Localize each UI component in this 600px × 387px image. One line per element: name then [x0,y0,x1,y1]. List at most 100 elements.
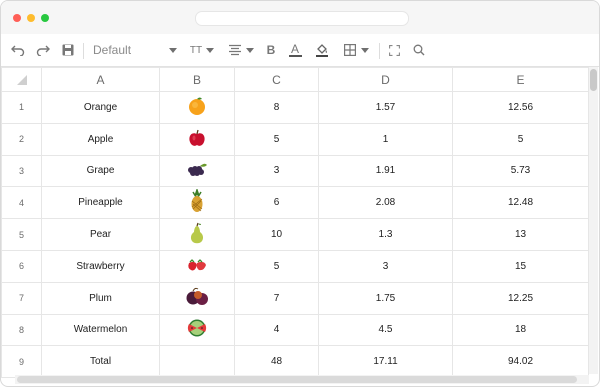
fullscreen-icon [388,44,400,56]
row-number[interactable]: 2 [1,122,42,156]
vertical-scroll-thumb[interactable] [590,69,597,91]
font-color-button[interactable]: A [288,42,302,58]
table-row: 6 Strawberry 5 3 15 [1,249,589,283]
cell-a[interactable]: Strawberry [41,249,160,283]
row-number[interactable]: 8 [1,313,42,347]
horizontal-scroll-thumb[interactable] [17,376,577,383]
spreadsheet-table: A B C D E 1 Orange 8 1.57 12.56 2 Apple 5 1 5 3 Gra… [1,67,589,379]
plum-image [185,287,209,310]
cell-c[interactable]: 8 [234,91,319,124]
cell-c[interactable]: 5 [234,122,319,156]
cell-b[interactable] [159,313,235,347]
cell-c[interactable]: 3 [234,154,319,188]
cell-c[interactable]: 4 [234,313,319,347]
watermelon-image [186,319,208,340]
table-row: 7 Plum 7 1.75 12.25 [1,281,589,315]
cell-a[interactable]: Apple [41,122,160,156]
cell-d[interactable]: 3 [318,249,453,283]
cell-a[interactable]: Pineapple [41,186,160,220]
cell-d[interactable]: 17.11 [318,345,453,379]
cell-a[interactable]: Orange [41,91,160,124]
column-header-d[interactable]: D [318,67,453,92]
cell-b[interactable] [159,186,235,220]
select-all-corner[interactable] [1,67,42,92]
fullscreen-button[interactable] [388,42,400,58]
cell-a[interactable]: Watermelon [41,313,160,347]
row-number[interactable]: 7 [1,281,42,315]
close-window-button[interactable] [13,14,21,22]
cell-c[interactable]: 6 [234,186,319,220]
cell-a[interactable]: Grape [41,154,160,188]
fill-color-button[interactable] [314,42,330,58]
cell-e[interactable]: 18 [452,313,589,347]
orange-image [187,96,207,119]
cell-b[interactable] [159,249,235,283]
redo-icon [36,45,50,56]
minimize-window-button[interactable] [27,14,35,22]
vertical-scrollbar[interactable] [589,67,598,374]
font-color-icon: A [290,42,299,56]
undo-button[interactable] [10,42,26,58]
row-number[interactable]: 9 [1,345,42,379]
cell-c[interactable]: 48 [234,345,319,379]
cell-a[interactable]: Total [41,345,160,379]
row-number[interactable]: 6 [1,249,42,283]
table-row: 1 Orange 8 1.57 12.56 [1,91,589,124]
column-header-c[interactable]: C [234,67,319,92]
horizontal-scrollbar[interactable] [15,375,589,384]
cell-d[interactable]: 1 [318,122,453,156]
cell-b[interactable] [159,154,235,188]
save-icon [62,44,74,56]
cell-b[interactable] [159,218,235,251]
cell-d[interactable]: 1.3 [318,218,453,251]
cell-e[interactable]: 94.02 [452,345,589,379]
strawberry-image [186,257,208,276]
row-number[interactable]: 5 [1,218,42,251]
borders-icon [343,44,356,56]
row-number[interactable]: 4 [1,186,42,220]
address-bar[interactable] [195,11,409,26]
font-size-button[interactable]: TT [189,42,215,58]
save-button[interactable] [60,42,76,58]
font-family-select[interactable]: Default [93,42,177,58]
table-row: 4 Pineapple 6 2.08 12.48 [1,186,589,220]
cell-d[interactable]: 1.91 [318,154,453,188]
column-header-a[interactable]: A [41,67,160,92]
font-color-underline [288,55,302,57]
grape-image [186,160,208,181]
cell-d[interactable]: 4.5 [318,313,453,347]
cell-c[interactable]: 7 [234,281,319,315]
cell-e[interactable]: 12.56 [452,91,589,124]
cell-e[interactable]: 5 [452,122,589,156]
spreadsheet-grid: A B C D E 1 Orange 8 1.57 12.56 2 Apple 5 1 5 3 Gra… [1,67,599,386]
cell-a[interactable]: Pear [41,218,160,251]
cell-d[interactable]: 1.57 [318,91,453,124]
cell-d[interactable]: 1.75 [318,281,453,315]
cell-b[interactable] [159,345,235,379]
pear-image [189,222,205,247]
cell-e[interactable]: 15 [452,249,589,283]
search-button[interactable] [412,42,426,58]
bold-button[interactable]: B [265,42,277,58]
cell-d[interactable]: 2.08 [318,186,453,220]
cell-e[interactable]: 12.48 [452,186,589,220]
column-header-e[interactable]: E [452,67,589,92]
row-number[interactable]: 3 [1,154,42,188]
font-size-icon: TT [189,44,203,56]
cell-c[interactable]: 5 [234,249,319,283]
row-number[interactable]: 1 [1,91,42,124]
cell-b[interactable] [159,122,235,156]
cell-a[interactable]: Plum [41,281,160,315]
cell-e[interactable]: 12.25 [452,281,589,315]
cell-c[interactable]: 10 [234,218,319,251]
cell-e[interactable]: 5.73 [452,154,589,188]
redo-button[interactable] [35,42,51,58]
borders-button[interactable] [343,42,369,58]
cell-b[interactable] [159,91,235,124]
align-button[interactable] [227,42,255,58]
cell-b[interactable] [159,281,235,315]
maximize-window-button[interactable] [41,14,49,22]
cell-e[interactable]: 13 [452,218,589,251]
table-row: 5 Pear 10 1.3 13 [1,218,589,251]
column-header-b[interactable]: B [159,67,235,92]
